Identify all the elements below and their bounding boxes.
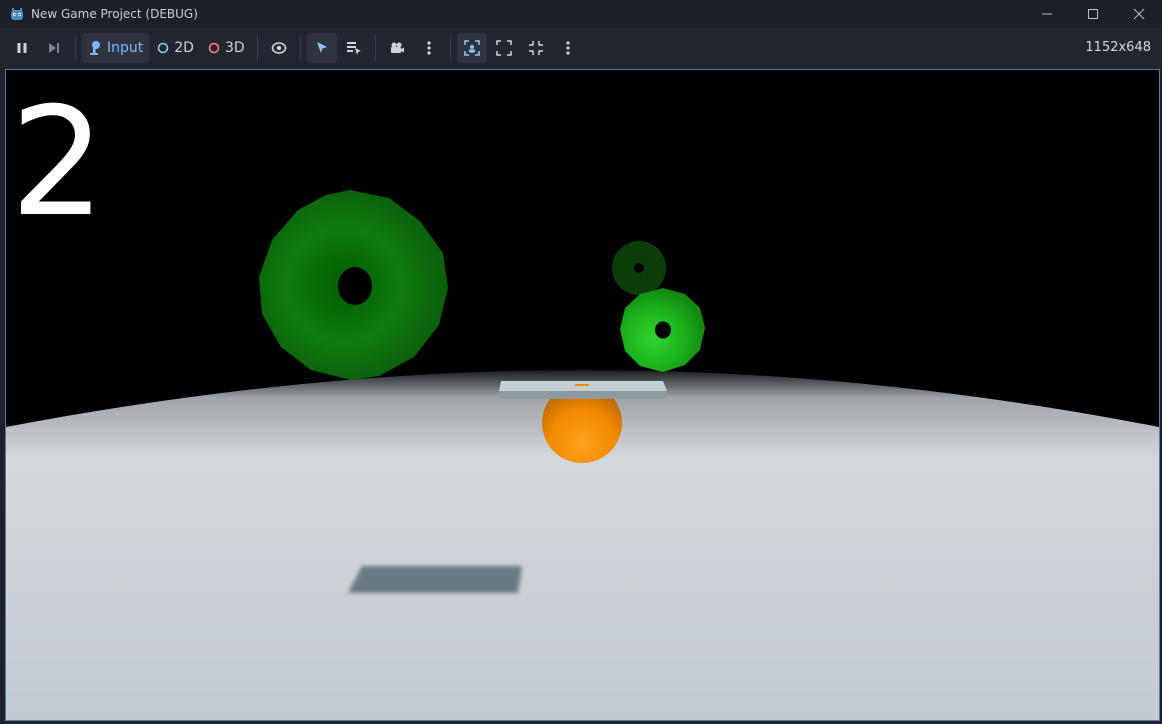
fullscreen-icon: [528, 41, 543, 55]
visibility-icon: [271, 42, 286, 54]
pause-button[interactable]: [7, 33, 37, 63]
toolbar-separator: [449, 35, 451, 61]
toolbar-separator: [256, 35, 258, 61]
maximize-icon: [1088, 9, 1098, 19]
toolbar-separator: [299, 35, 301, 61]
step-frame-button[interactable]: [39, 33, 69, 63]
camera-focus-icon: [463, 40, 480, 56]
title-bar: New Game Project (DEBUG): [0, 0, 1162, 28]
select-cursor-icon: [316, 42, 327, 53]
window-title: New Game Project (DEBUG): [31, 7, 198, 21]
input-mode-label: Input: [107, 40, 144, 56]
fullscreen-button[interactable]: [521, 33, 551, 63]
more-options-icon: [427, 41, 431, 55]
input-mode-button[interactable]: Input: [82, 33, 150, 63]
2d-node-icon: [157, 42, 169, 54]
expand-icon: [495, 40, 512, 56]
mode-2d-button[interactable]: 2D: [151, 33, 200, 63]
embed-options-button[interactable]: [553, 33, 583, 63]
mode-3d-button[interactable]: 3D: [202, 33, 251, 63]
godot-app-icon: [11, 8, 23, 20]
list-select-button[interactable]: [339, 33, 369, 63]
camera-icon: [390, 42, 404, 53]
pause-icon: [17, 43, 27, 53]
camera-focus-button[interactable]: [456, 33, 487, 63]
3d-node-icon: [208, 42, 220, 54]
game-viewport[interactable]: 2: [5, 69, 1160, 721]
list-select-icon: [346, 42, 361, 55]
paddle-shadow: [348, 566, 522, 593]
minimize-icon: [1042, 13, 1052, 15]
joystick-icon: [90, 41, 100, 55]
step-icon: [49, 43, 59, 53]
close-button[interactable]: [1116, 0, 1162, 28]
resolution-label: 1152x648: [1085, 40, 1151, 55]
score-label: 2: [10, 76, 106, 250]
paddle: [499, 381, 667, 399]
camera-button[interactable]: [382, 33, 412, 63]
close-icon: [1133, 8, 1145, 20]
expand-button[interactable]: [489, 33, 519, 63]
maximize-button[interactable]: [1070, 0, 1116, 28]
game-toolbar: Input 2D 3D 1152x648: [0, 28, 1162, 68]
visibility-button[interactable]: [264, 33, 294, 63]
minimize-button[interactable]: [1024, 0, 1070, 28]
more-options-icon: [566, 41, 570, 55]
camera-options-button[interactable]: [414, 33, 444, 63]
toolbar-separator: [374, 35, 376, 61]
select-mode-button[interactable]: [306, 33, 337, 63]
ring-distant: [612, 241, 666, 295]
mode-3d-label: 3D: [224, 40, 245, 56]
toolbar-separator: [75, 35, 76, 61]
game-scene: [6, 70, 1159, 720]
mode-2d-label: 2D: [174, 40, 194, 56]
